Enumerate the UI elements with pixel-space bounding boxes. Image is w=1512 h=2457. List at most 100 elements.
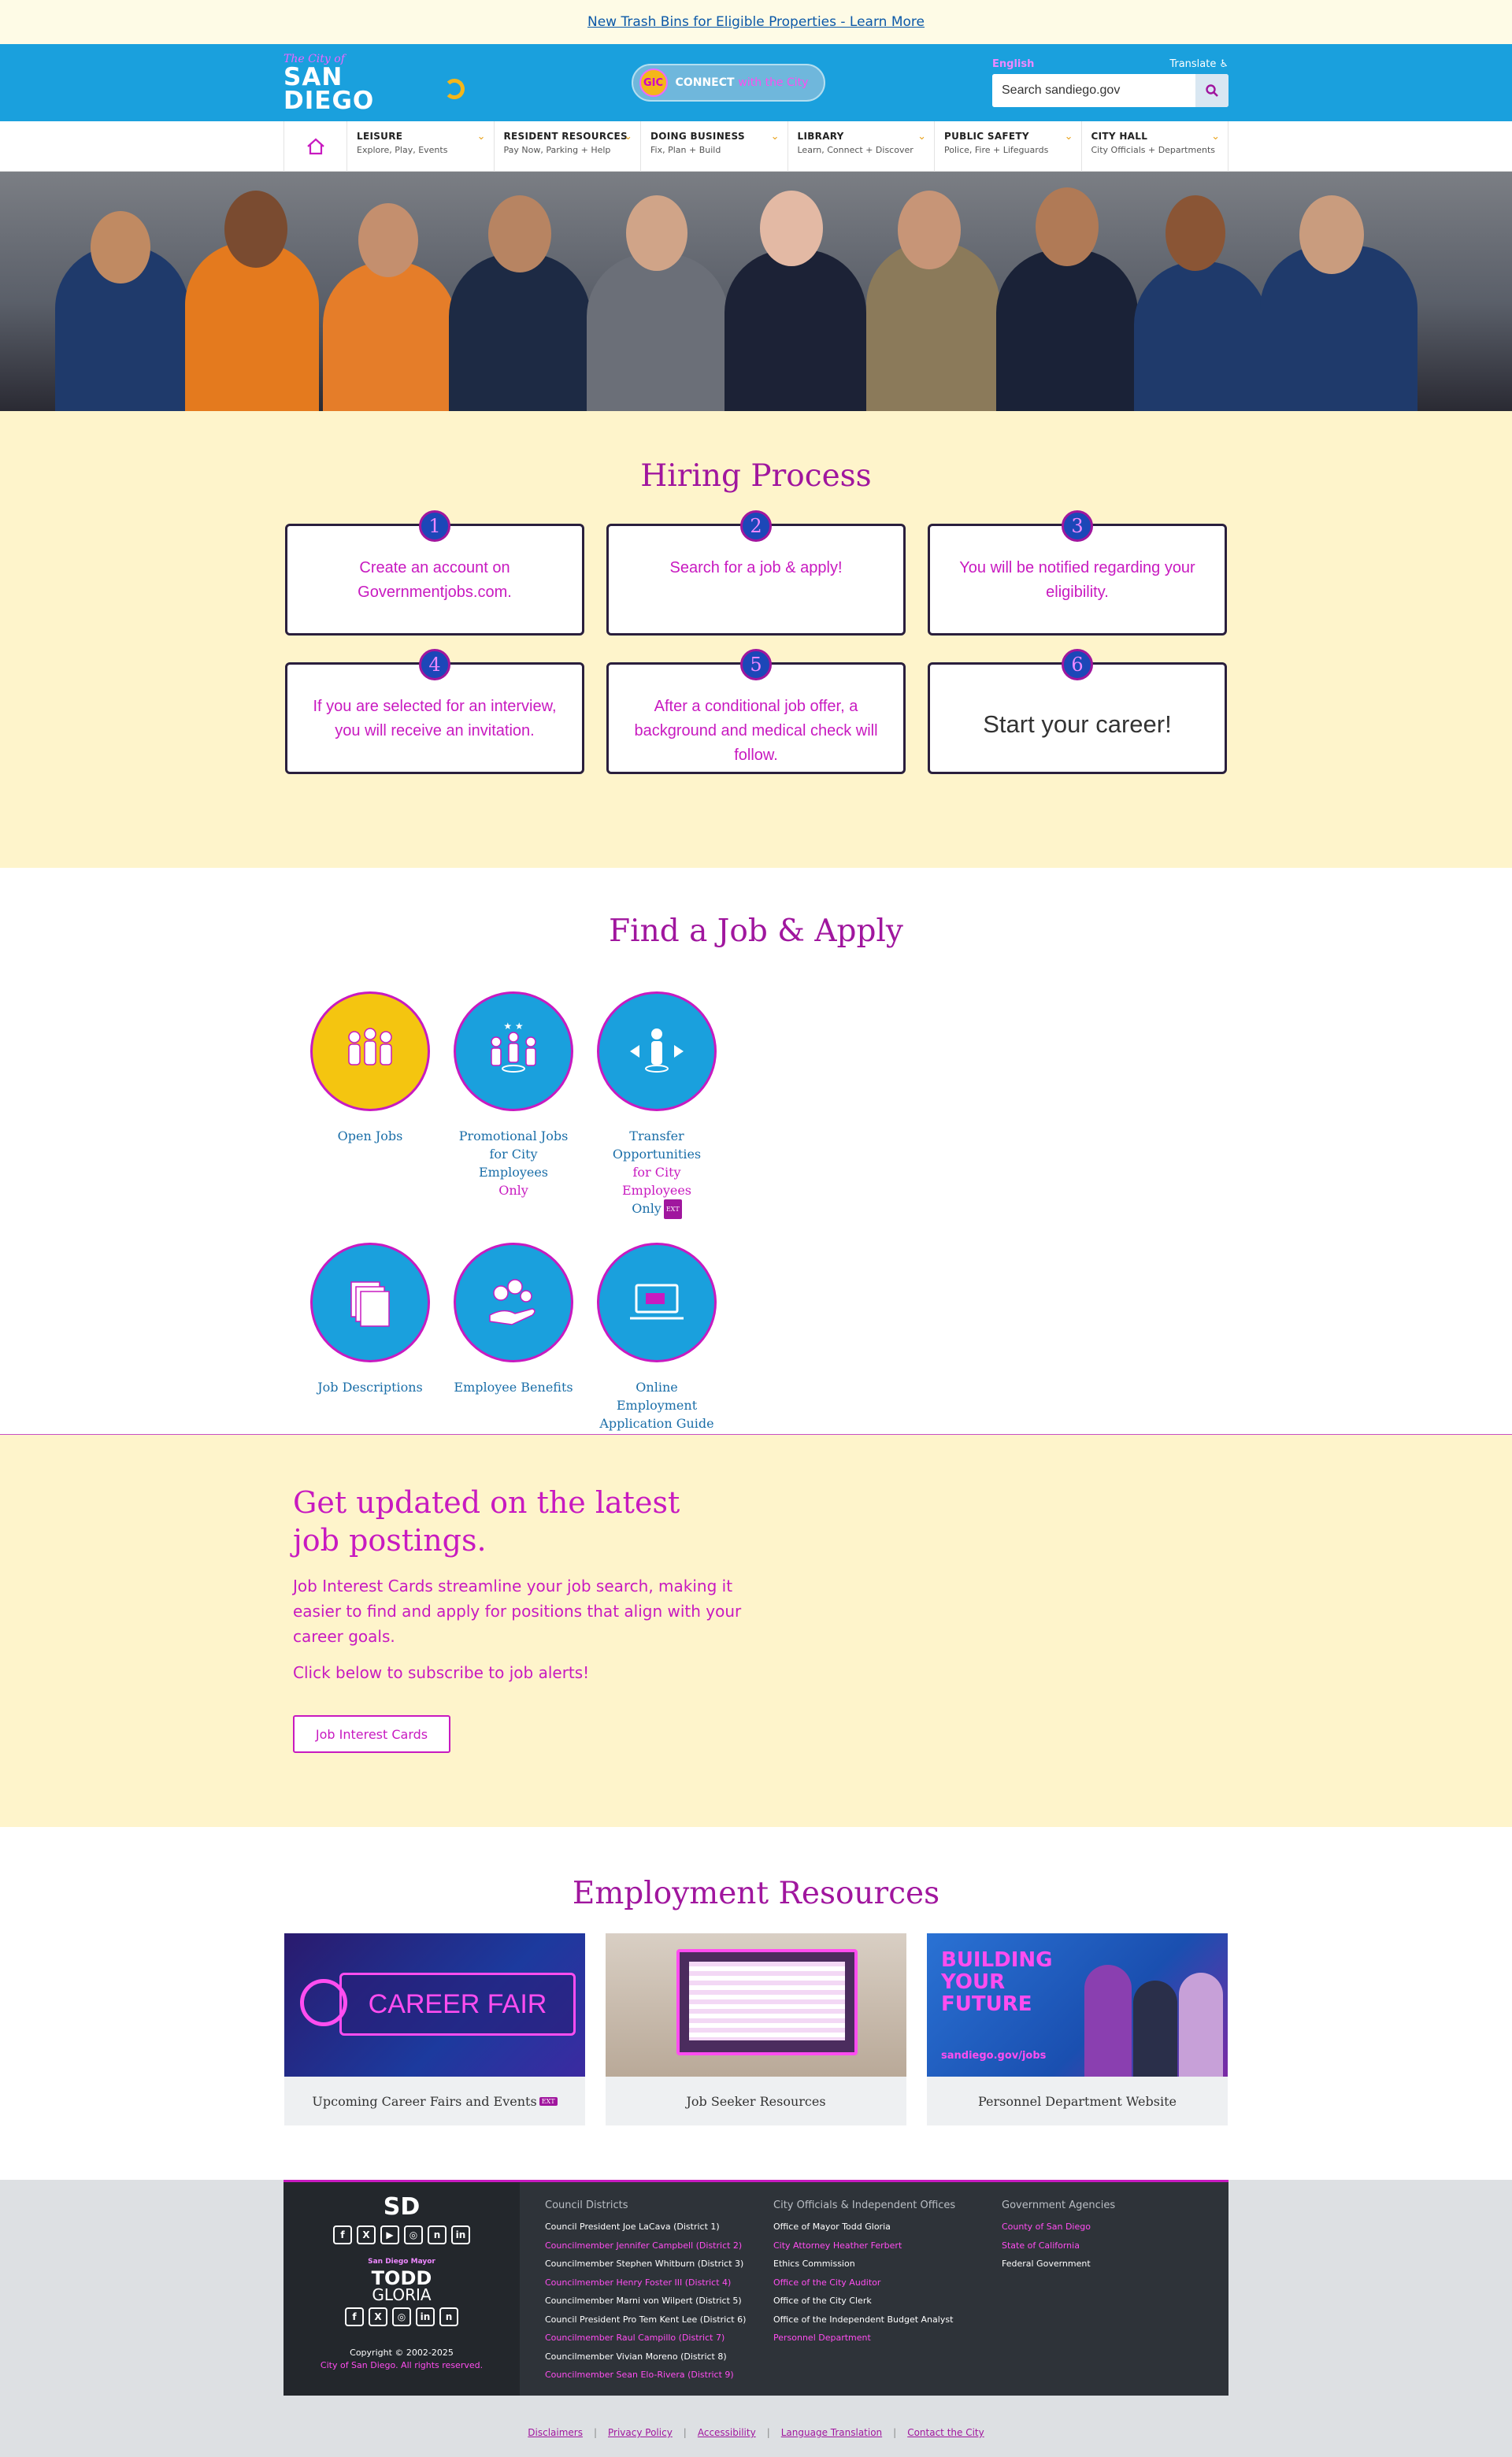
linkedin-icon[interactable]: in — [416, 2307, 435, 2326]
nav-title: PUBLIC SAFETY — [944, 131, 1029, 142]
accessibility-page-link[interactable]: Accessibility — [698, 2427, 756, 2438]
footer-link[interactable]: Office of the City Auditor — [773, 2274, 1002, 2292]
footer-link[interactable]: Councilmember Jennifer Campbell (Distric… — [545, 2236, 773, 2255]
separator: | — [893, 2427, 897, 2438]
home-button[interactable] — [284, 121, 347, 172]
search-button[interactable] — [1195, 74, 1228, 107]
nextdoor-icon[interactable]: n — [439, 2307, 458, 2326]
government-agencies-column: Government Agencies County of San Diego … — [1002, 2199, 1203, 2396]
application-guide-link[interactable]: Online Employment Application Guide — [597, 1243, 717, 1432]
laptop-screen — [676, 1949, 858, 2055]
instagram-icon[interactable]: ◎ — [392, 2307, 411, 2326]
contact-city-link[interactable]: Contact the City — [907, 2427, 984, 2438]
footer-link[interactable]: City Attorney Heather Ferbert — [773, 2236, 1002, 2255]
footer-link[interactable]: Council President Pro Tem Kent Lee (Dist… — [545, 2311, 773, 2329]
footer-link[interactable]: Councilmember Sean Elo-Rivera (District … — [545, 2366, 773, 2385]
privacy-policy-link[interactable]: Privacy Policy — [608, 2427, 673, 2438]
site-footer: SD f X ▶ ◎ n in San Diego Mayor TODD GLO… — [0, 2180, 1512, 2457]
main-nav: LEISURE Explore, Play, Events ⌄ RESIDENT R… — [0, 121, 1512, 172]
connect-button[interactable]: GIC CONNECT with the City — [631, 64, 826, 102]
footer-link[interactable]: Office of the Independent Budget Analyst — [773, 2311, 1002, 2329]
footer-link[interactable]: Councilmember Marni von Wilpert (Distric… — [545, 2292, 773, 2311]
open-jobs-link[interactable]: Open Jobs — [310, 991, 430, 1219]
nav-subtitle: Pay Now, Parking + Help — [503, 145, 611, 155]
language-translation-link[interactable]: Language Translation — [781, 2427, 882, 2438]
hero-person-head — [91, 211, 150, 284]
header-tools: English Translate ♿ — [992, 58, 1228, 107]
city-logo[interactable]: The City of SAN DIEGO — [284, 53, 465, 113]
hero-person — [587, 254, 728, 411]
officer-figure — [1133, 1981, 1177, 2077]
sun-icon — [444, 79, 465, 99]
nav-title: CITY HALL — [1091, 131, 1148, 142]
promotional-jobs-link[interactable]: ★ ★ Promotional Jobs for City Employees On… — [454, 991, 573, 1219]
nextdoor-icon[interactable]: n — [428, 2225, 447, 2244]
accessibility-link[interactable]: Translate ♿ — [1169, 58, 1228, 70]
footer-link[interactable]: Councilmember Henry Foster III (District… — [545, 2274, 773, 2292]
hero-person-head — [224, 191, 287, 268]
footer-link[interactable]: Councilmember Vivian Moreno (District 8) — [545, 2348, 773, 2366]
search-bar — [992, 74, 1228, 107]
youtube-icon[interactable]: ▶ — [380, 2225, 399, 2244]
employee-benefits-link[interactable]: Employee Benefits — [454, 1243, 573, 1432]
linkedin-icon[interactable]: in — [451, 2225, 470, 2244]
step-text: Start your career! — [983, 710, 1172, 738]
nav-resident-resources[interactable]: RESIDENT RESOURCES Pay Now, Parking + Hel… — [495, 121, 641, 172]
job-descriptions-link[interactable]: Job Descriptions — [310, 1243, 430, 1432]
external-link-badge: EXT — [539, 2096, 558, 2106]
hero-person-head — [898, 191, 961, 269]
nav-title: DOING BUSINESS — [650, 131, 745, 142]
nav-doing-business[interactable]: DOING BUSINESS Fix, Plan + Build ⌄ — [641, 121, 788, 172]
search-input[interactable] — [992, 74, 1195, 107]
footer-link[interactable]: Council President Joe LaCava (District 1… — [545, 2218, 773, 2236]
city-officials-column: City Officials & Independent Offices Off… — [773, 2199, 1002, 2396]
footer-link[interactable]: Office of the City Clerk — [773, 2292, 1002, 2311]
nav-subtitle: City Officials + Departments — [1091, 145, 1216, 155]
footer-link[interactable]: Personnel Department — [773, 2329, 1002, 2348]
footer-link[interactable]: Councilmember Raul Campillo (District 7) — [545, 2329, 773, 2348]
computer-icon — [597, 1243, 717, 1362]
footer-link[interactable]: Federal Government — [1002, 2255, 1203, 2274]
x-icon[interactable]: X — [369, 2307, 387, 2326]
hiring-step: 2 Search for a job & apply! — [606, 510, 906, 636]
career-fair-banner: CAREER FAIR — [339, 1973, 576, 2036]
step-number: 6 — [1062, 649, 1093, 680]
nav-library[interactable]: LIBRARY Learn, Connect + Discover ⌄ — [788, 121, 935, 172]
footer-link[interactable]: Ethics Commission — [773, 2255, 1002, 2274]
column-title: Government Agencies — [1002, 2199, 1116, 2211]
hiring-step: 6 Start your career! — [928, 649, 1227, 774]
job-alerts-body: Job Interest Cards streamline your job s… — [293, 1577, 742, 1646]
nav-public-safety[interactable]: PUBLIC SAFETY Police, Fire + Lifeguards ⌄ — [935, 121, 1082, 172]
footer-link[interactable]: Councilmember Stephen Whitburn (District… — [545, 2255, 773, 2274]
facebook-icon[interactable]: f — [333, 2225, 352, 2244]
footer-link[interactable]: Office of Mayor Todd Gloria — [773, 2218, 1002, 2236]
job-link-label: Job Descriptions — [317, 1380, 423, 1395]
footer-link[interactable]: State of California — [1002, 2236, 1203, 2255]
jobs-url-banner: sandiego.gov/jobs — [941, 2050, 1047, 2062]
promotion-icon: ★ ★ — [454, 991, 573, 1111]
resources-grid: CAREER FAIR Upcoming Career Fairs and Ev… — [0, 1933, 1512, 2125]
job-interest-cards-button[interactable]: Job Interest Cards — [293, 1715, 450, 1753]
building-future-image: BUILDING YOUR FUTURE sandiego.gov/jobs — [927, 1933, 1228, 2077]
footer-link[interactable]: County of San Diego — [1002, 2218, 1203, 2236]
hero-person — [1134, 261, 1268, 411]
facebook-icon[interactable]: f — [345, 2307, 364, 2326]
x-icon[interactable]: X — [357, 2225, 376, 2244]
disclaimers-link[interactable]: Disclaimers — [528, 2427, 583, 2438]
resource-caption: Upcoming Career Fairs and Events EXT — [284, 2077, 585, 2125]
career-fairs-card[interactable]: CAREER FAIR Upcoming Career Fairs and Ev… — [284, 1933, 585, 2125]
job-seeker-resources-card[interactable]: Job Seeker Resources — [606, 1933, 906, 2125]
hero-person — [323, 261, 457, 411]
nav-leisure[interactable]: LEISURE Explore, Play, Events ⌄ — [347, 121, 495, 172]
transfer-opportunities-link[interactable]: Transfer Opportunities for City Employees O… — [597, 991, 717, 1219]
job-alerts-cta-text: Click below to subscribe to job alerts! — [293, 1663, 590, 1682]
nav-city-hall[interactable]: CITY HALL City Officials + Departments ⌄ — [1082, 121, 1228, 172]
mayor-line-2: TODD — [371, 2267, 432, 2289]
personnel-department-card[interactable]: BUILDING YOUR FUTURE sandiego.gov/jobs P… — [927, 1933, 1228, 2125]
alert-link[interactable]: New Trash Bins for Eligible Properties -… — [587, 14, 925, 30]
language-selector[interactable]: English — [992, 58, 1034, 70]
hero-person — [449, 254, 591, 411]
copyright: Copyright © 2002-2025 City of San Diego.… — [321, 2347, 483, 2372]
mayor-line-3: GLORIA — [372, 2285, 432, 2304]
instagram-icon[interactable]: ◎ — [404, 2225, 423, 2244]
